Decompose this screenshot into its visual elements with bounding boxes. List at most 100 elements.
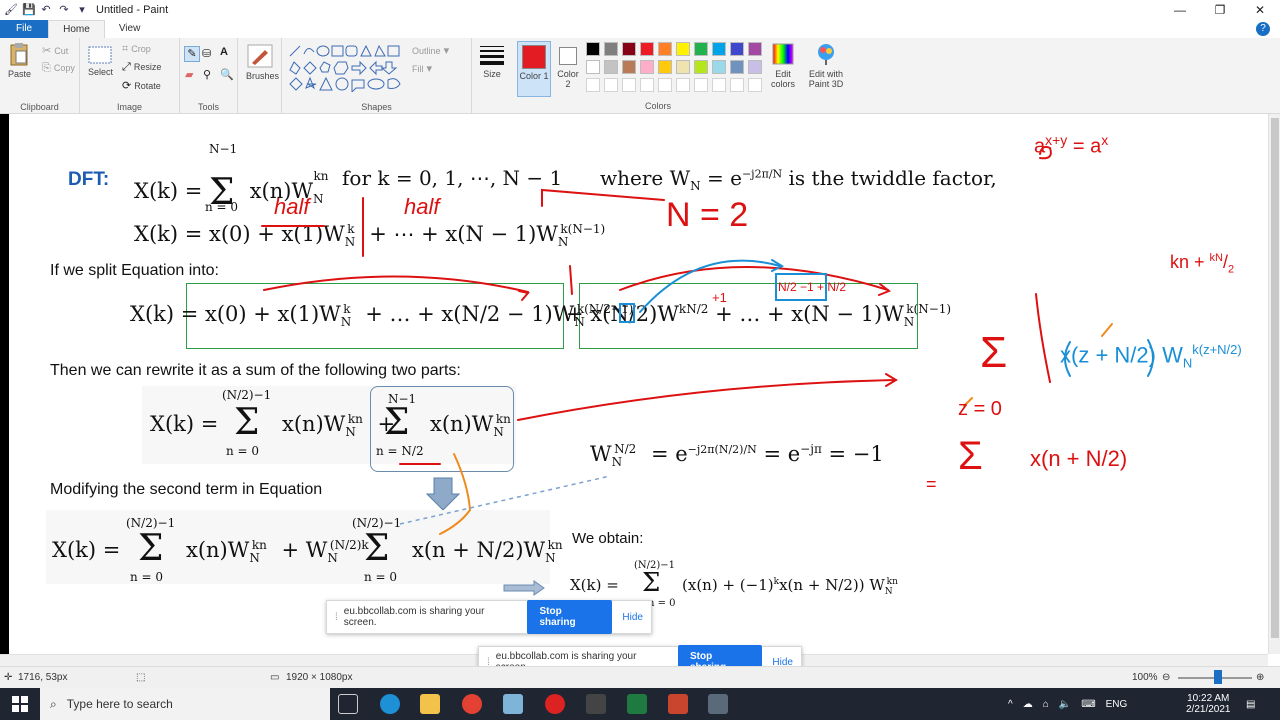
text-tool[interactable]: A [220, 46, 228, 58]
select-button[interactable]: Select [88, 46, 118, 77]
palette-swatch-empty[interactable] [604, 78, 618, 92]
palette-swatch[interactable] [604, 42, 618, 56]
cut-button[interactable]: ✂ Cut [42, 44, 68, 57]
close-button[interactable]: ✕ [1240, 0, 1280, 20]
rotate-button[interactable]: ⟳ Rotate [122, 79, 161, 92]
picker-tool[interactable]: ⚲ [203, 68, 211, 81]
network-icon[interactable]: ⌂ [1043, 699, 1049, 710]
tab-view[interactable]: View [105, 20, 155, 38]
windows-logo-icon [12, 696, 28, 712]
crop-button[interactable]: ⌗ Crop [122, 43, 151, 56]
paste-button[interactable]: Paste [8, 42, 34, 88]
stop-sharing-button-1[interactable]: Stop sharing [527, 600, 613, 634]
palette-swatch-empty[interactable] [676, 78, 690, 92]
tab-file[interactable]: File [0, 20, 49, 38]
palette-swatch-empty[interactable] [748, 78, 762, 92]
shapes-gallery-icon[interactable] [288, 44, 408, 92]
brushes-button[interactable]: Brushes [246, 44, 279, 88]
vertical-scrollbar[interactable] [1268, 114, 1280, 654]
copy-button[interactable]: ⎘ Copy [42, 62, 75, 75]
color2-button[interactable]: Color 2 [553, 41, 583, 97]
palette-swatch-empty[interactable] [586, 78, 600, 92]
app-icon-2[interactable] [545, 694, 565, 714]
taskbar-search[interactable]: ⌕ Type here to search [40, 688, 330, 720]
undo-icon[interactable]: ↶ [40, 4, 52, 16]
palette-swatch[interactable] [640, 42, 654, 56]
vertical-scroll-thumb[interactable] [1271, 118, 1279, 638]
edit-colors-label: Edit colors [770, 69, 795, 89]
palette-swatch[interactable] [730, 42, 744, 56]
palette-swatch[interactable] [622, 60, 636, 74]
excel-icon[interactable] [627, 694, 647, 714]
image-group-label: Image [116, 102, 142, 112]
paint3d-button[interactable]: Edit with Paint 3D [806, 42, 846, 89]
palette-swatch-empty[interactable] [730, 78, 744, 92]
chrome-icon[interactable] [462, 694, 482, 714]
redo-icon[interactable]: ↷ [58, 4, 70, 16]
palette-swatch-empty[interactable] [658, 78, 672, 92]
palette-swatch[interactable] [694, 42, 708, 56]
palette-swatch-empty[interactable] [694, 78, 708, 92]
maximize-button[interactable]: ❐ [1200, 0, 1240, 20]
notifications-icon[interactable]: ▤ [1246, 688, 1255, 720]
palette-swatch[interactable] [712, 60, 726, 74]
palette-swatch[interactable] [676, 42, 690, 56]
cloud-icon[interactable]: ☁ [1023, 699, 1033, 710]
canvas-area[interactable]: DFT: X(k) = N−1 Σn = 0 x(n)WNkn for k = 0… [0, 114, 1280, 666]
palette-swatch[interactable] [604, 60, 618, 74]
hide-button-1[interactable]: Hide [622, 612, 643, 623]
palette-swatch[interactable] [586, 42, 600, 56]
palette-swatch[interactable] [586, 60, 600, 74]
customize-qa-icon[interactable]: ▾ [76, 4, 88, 16]
paint-taskbar-icon[interactable] [708, 694, 728, 714]
save-icon[interactable]: 💾 [22, 4, 36, 16]
palette-swatch[interactable] [640, 60, 654, 74]
color2-label: Color 2 [557, 69, 579, 89]
size-button[interactable]: Size [476, 44, 508, 79]
start-button[interactable] [0, 688, 40, 720]
palette-swatch[interactable] [712, 42, 726, 56]
tab-home[interactable]: Home [48, 20, 105, 38]
zoom-out-button[interactable]: ⊖ [1162, 672, 1170, 683]
palette-swatch[interactable] [658, 60, 672, 74]
palette-swatch[interactable] [694, 60, 708, 74]
clock[interactable]: 10:22 AM 2/21/2021 [1186, 688, 1231, 720]
task-view-icon[interactable] [338, 694, 358, 714]
app-icon-3[interactable] [586, 694, 606, 714]
tray-chevron-icon[interactable]: ^ [1008, 699, 1013, 710]
palette-swatch-empty[interactable] [640, 78, 654, 92]
palette-swatch[interactable] [622, 42, 636, 56]
clock-date: 2/21/2021 [1186, 704, 1231, 715]
drag-handle-icon[interactable]: ⁞ [335, 612, 338, 623]
color1-button[interactable]: Color 1 [517, 41, 551, 97]
language-indicator[interactable]: ENG [1106, 699, 1128, 710]
palette-swatch-empty[interactable] [712, 78, 726, 92]
fill-tool[interactable]: ⛁ [202, 47, 211, 60]
palette-swatch[interactable] [748, 60, 762, 74]
palette-swatch-empty[interactable] [622, 78, 636, 92]
edit-colors-button[interactable]: Edit colors [768, 42, 798, 89]
keyboard-icon[interactable]: ⌨ [1081, 699, 1095, 710]
pencil-tool[interactable]: ✎ [184, 46, 200, 62]
magnifier-tool[interactable]: 🔍 [220, 68, 234, 81]
zoom-slider-thumb[interactable] [1214, 670, 1222, 684]
app-icon-1[interactable] [503, 694, 523, 714]
volume-icon[interactable]: 🔈 [1059, 699, 1071, 710]
file-explorer-icon[interactable] [420, 694, 440, 714]
taskbar: ⌕ Type here to search ^ ☁ ⌂ 🔈 ⌨ ENG 10:2… [0, 688, 1280, 720]
fill-label: Fill [412, 64, 424, 74]
resize-button[interactable]: ⤢ Resize [122, 61, 161, 74]
palette-swatch[interactable] [730, 60, 744, 74]
minimize-button[interactable]: — [1160, 0, 1200, 20]
palette-swatch[interactable] [676, 60, 690, 74]
help-icon[interactable]: ? [1256, 22, 1270, 36]
hw-equals: = [926, 474, 937, 494]
zoom-in-button[interactable]: ⊕ [1256, 672, 1264, 683]
palette-swatch[interactable] [658, 42, 672, 56]
palette-swatch[interactable] [748, 42, 762, 56]
edge-icon[interactable] [380, 694, 400, 714]
fill-button[interactable]: Fill ▾ [412, 62, 432, 75]
eraser-tool[interactable]: ▰ [185, 68, 193, 81]
powerpoint-icon[interactable] [668, 694, 688, 714]
outline-button[interactable]: Outline ▾ [412, 44, 449, 57]
